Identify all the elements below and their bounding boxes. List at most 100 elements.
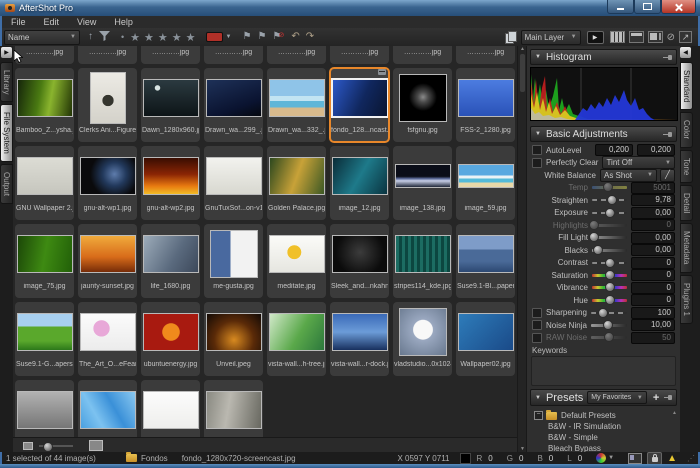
color-label-dropdown[interactable]: ▼ bbox=[226, 32, 232, 42]
single-view-button[interactable] bbox=[629, 31, 644, 43]
collapse-left-panel-icon[interactable]: ▶ bbox=[1, 47, 12, 58]
tab-plugins-1[interactable]: Plugins 1 bbox=[680, 275, 693, 324]
thumbnail-cell[interactable]: Bamboo_Z...ysha.jpg bbox=[15, 68, 74, 142]
thumbnail-cell[interactable]: …………jpg bbox=[330, 46, 389, 64]
raw-noise-value[interactable]: 50 bbox=[631, 332, 675, 344]
hue-slider[interactable] bbox=[592, 299, 627, 302]
thumbnail-cell[interactable]: image_75.jpg bbox=[15, 224, 74, 298]
sharpening-checkbox[interactable] bbox=[532, 308, 542, 318]
thumbnail-cell[interactable]: vista-wall...r-dock.jpg bbox=[330, 302, 389, 376]
menu-help[interactable]: Help bbox=[105, 17, 142, 27]
tab-metadata[interactable]: Metadata bbox=[680, 223, 693, 272]
thumbnail-cell[interactable]: image_12.jpg bbox=[330, 146, 389, 220]
small-thumbnails-icon[interactable] bbox=[23, 442, 33, 450]
exposure-value[interactable]: 0,00 bbox=[631, 207, 675, 219]
perfectly-clear-checkbox[interactable] bbox=[532, 158, 542, 168]
thumbnail-cell[interactable]: …………jpg bbox=[267, 46, 326, 64]
noise-ninja-checkbox[interactable] bbox=[532, 320, 542, 330]
resize-grip[interactable]: ⋰ bbox=[687, 454, 695, 463]
temp-slider[interactable] bbox=[592, 186, 627, 189]
tab-detail[interactable]: Detail bbox=[680, 185, 693, 221]
vibrance-value[interactable]: 0 bbox=[631, 282, 675, 294]
thumbnail-cell[interactable]: …………jpg bbox=[456, 46, 515, 64]
sort-field-dropdown[interactable]: Name ▼ bbox=[4, 30, 80, 45]
thumbnail-cell[interactable]: The_Art_O...eFear.jpg bbox=[78, 302, 137, 376]
slider-handle[interactable] bbox=[604, 332, 614, 342]
color-label-swatch[interactable] bbox=[206, 32, 223, 42]
contrast-value[interactable]: 0 bbox=[631, 257, 675, 269]
thumbnail-cell[interactable]: …………jpg bbox=[204, 46, 263, 64]
blacks-slider[interactable] bbox=[592, 249, 627, 252]
star-rating-icon[interactable]: ★ bbox=[130, 32, 140, 44]
scroll-up-icon[interactable]: ▲ bbox=[672, 410, 677, 416]
vibrance-slider[interactable] bbox=[592, 286, 627, 289]
maximize-button[interactable] bbox=[634, 0, 661, 14]
no-preview-button[interactable]: ⊘ bbox=[667, 32, 675, 43]
basic-adjustments-header[interactable]: ▼ Basic Adjustments bbox=[530, 126, 677, 142]
hue-value[interactable]: 0 bbox=[631, 294, 675, 306]
preset-item-bleach-bypass[interactable]: Bleach Bypass bbox=[534, 443, 677, 452]
presets-header[interactable]: ▼ Presets My Favorites ▼ + bbox=[530, 389, 677, 406]
chevron-down-icon[interactable]: ▼ bbox=[608, 455, 614, 461]
star-rating-icon[interactable]: ★ bbox=[144, 32, 154, 44]
star-rating-icon[interactable]: ★ bbox=[186, 32, 196, 44]
thumbnail-cell[interactable] bbox=[204, 380, 263, 437]
thumbnail-cell[interactable] bbox=[15, 380, 74, 437]
thumbnail-size-slider[interactable] bbox=[39, 445, 73, 447]
lock-button[interactable] bbox=[647, 452, 662, 465]
flag-reject-button[interactable]: ⚑ bbox=[257, 32, 266, 42]
thumbnail-cell[interactable]: GnuTuxSof...on-v1.jpg bbox=[204, 146, 263, 220]
thumbnail-cell[interactable]: vista-wall...h-tree.jpg bbox=[267, 302, 326, 376]
rotate-left-button[interactable]: ↶ bbox=[291, 32, 299, 42]
title-bar[interactable]: AfterShot Pro bbox=[0, 0, 700, 16]
sharpening-value[interactable]: 100 bbox=[631, 307, 675, 319]
straighten-value[interactable]: 9,78 bbox=[631, 194, 675, 206]
slider-handle[interactable] bbox=[605, 270, 615, 280]
thumbnail-cell[interactable]: image_138.jpg bbox=[393, 146, 452, 220]
thumbnail-cell[interactable]: Suse9.1-G...apers.jpg bbox=[15, 302, 74, 376]
copy-settings-icon[interactable] bbox=[505, 31, 516, 43]
exposure-slider[interactable] bbox=[592, 212, 627, 214]
noise-ninja-slider[interactable] bbox=[591, 324, 627, 327]
slider-handle[interactable] bbox=[603, 320, 613, 330]
thumbnail-cell[interactable]: Wallpaper02.jpg bbox=[456, 302, 515, 376]
thumbnail-cell[interactable]: …………jpg bbox=[78, 46, 137, 64]
noise-ninja-value[interactable]: 10,00 bbox=[631, 319, 675, 331]
thumbnail-cell[interactable] bbox=[141, 380, 200, 437]
thumbnail-cell[interactable]: jaunty-sunset.jpg bbox=[78, 224, 137, 298]
thumbnail-cell[interactable]: Drawn_wa...332_.jpg bbox=[267, 68, 326, 142]
tab-file-system[interactable]: File System bbox=[0, 104, 13, 162]
thumbnail-cell[interactable]: FSS-2_1280.jpg bbox=[456, 68, 515, 142]
thumbnail-cell[interactable]: …………jpg bbox=[141, 46, 200, 64]
slider-handle[interactable] bbox=[605, 295, 615, 305]
collapse-icon[interactable]: ▼ bbox=[535, 54, 541, 60]
color-management-icon[interactable] bbox=[596, 453, 606, 463]
slider-handle[interactable] bbox=[598, 308, 608, 318]
thumbnail-browser[interactable]: …………jpg…………jpg…………jpg…………jpg…………jpg…………j… bbox=[13, 46, 517, 437]
thumbnail-cell[interactable]: Unveil.jpeg bbox=[204, 302, 263, 376]
large-thumbnails-icon[interactable] bbox=[89, 440, 103, 451]
scroll-up-icon[interactable]: ▲ bbox=[520, 46, 525, 52]
menu-file[interactable]: File bbox=[2, 17, 35, 27]
thumbnail-cell[interactable]: …………jpg bbox=[393, 46, 452, 64]
warning-icon[interactable]: ▲ bbox=[667, 453, 677, 464]
tab-output[interactable]: Output bbox=[0, 164, 13, 204]
autolevel-checkbox[interactable] bbox=[532, 145, 542, 155]
thumbnail-cell[interactable]: …………jpg bbox=[15, 46, 74, 64]
thumbnail-cell[interactable]: stripes114_kde.jpg bbox=[393, 224, 452, 298]
keywords-input[interactable] bbox=[531, 356, 676, 386]
star-rating-icon[interactable]: ★ bbox=[158, 32, 168, 44]
slider-handle[interactable] bbox=[589, 232, 599, 242]
scrollbar-thumb[interactable] bbox=[520, 54, 525, 92]
preset-item-b-w-ir-simulation[interactable]: B&W - IR Simulation bbox=[534, 421, 677, 432]
sort-direction-button[interactable]: ↑ bbox=[88, 32, 93, 42]
rotate-right-button[interactable]: ↷ bbox=[306, 32, 314, 42]
menu-view[interactable]: View bbox=[68, 17, 105, 27]
thumbnail-cell[interactable]: gnu-alt-wp1.jpg bbox=[78, 146, 137, 220]
thumbnail-cell[interactable]: fsfgnu.jpg bbox=[393, 68, 452, 142]
slider-handle[interactable] bbox=[605, 282, 615, 292]
thumbnail-cell-selected[interactable]: fondo_128...ncast.jpg bbox=[330, 68, 389, 142]
slider-handle[interactable] bbox=[43, 442, 53, 452]
thumbnail-cell[interactable]: ubuntuenergy.jpg bbox=[141, 302, 200, 376]
pin-icon[interactable] bbox=[664, 395, 672, 400]
